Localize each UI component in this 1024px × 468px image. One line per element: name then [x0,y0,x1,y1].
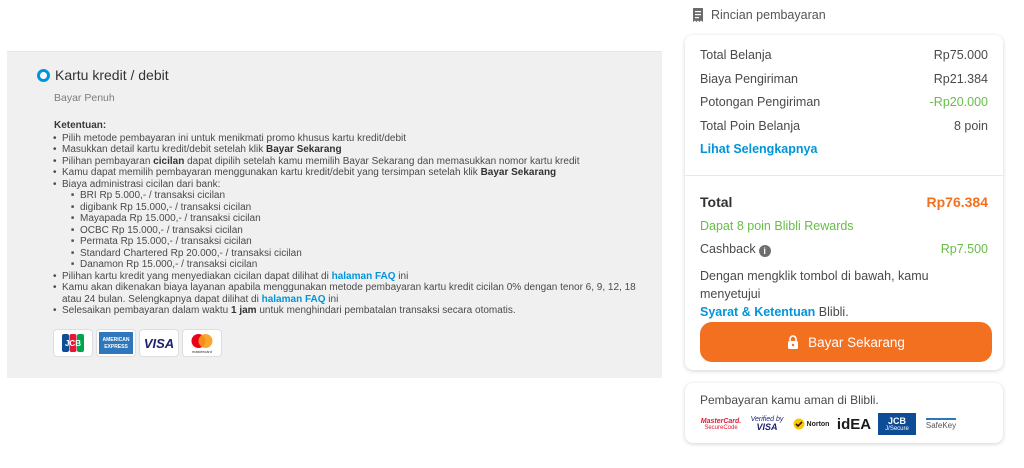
idea-logo: idEA [836,415,872,433]
divider [685,175,1003,176]
mastercard-logo: mastercard [183,330,221,356]
payment-method-subtitle: Bayar Penuh [54,92,115,104]
svg-text:VISA: VISA [144,336,174,351]
cashback-label: Cashback [700,242,756,256]
lock-icon [788,335,799,349]
total-row: Total Rp76.384 [700,194,988,210]
terms-item: Pilih metode pembayaran ini untuk menikm… [53,133,654,145]
summary-row: Total Belanja Rp75.000 [700,48,988,62]
jcb-logo: JCB [54,330,92,356]
payment-summary-card: Total Belanja Rp75.000 Biaya Pengiriman Rp… [685,35,1003,370]
info-icon[interactable]: i [758,245,771,257]
secure-text: Pembayaran kamu aman di Blibli. [700,393,879,407]
amex-logo: AMERICAN EXPRESS [97,330,135,356]
bank-fee-item: digibank Rp 15.000,- / transaksi cicilan [71,202,654,214]
see-more-link[interactable]: Lihat Selengkapnya [700,142,817,156]
rewards-text: Dapat 8 poin Blibli Rewards [700,219,854,233]
see-more-row: Lihat Selengkapnya [700,142,988,158]
safekey-logo: SafeKey [921,413,961,435]
bank-fee-item: Permata Rp 15.000,- / transaksi cicilan [71,236,654,248]
cashback-value: Rp7.500 [940,242,988,256]
svg-text:EXPRESS: EXPRESS [104,344,128,350]
terms-item: Pilihan kartu kredit yang menyediakan ci… [53,271,654,283]
rewards-row: Dapat 8 poin Blibli Rewards [700,219,988,235]
cashback-row: Cashback i Rp7.500 [700,242,988,258]
mastercard-securecode-logo: MasterCard. SecureCode [700,417,742,431]
norton-check-icon [793,418,805,430]
terms-heading: Ketentuan: [54,120,107,131]
jcb-jsecure-logo: JCB J/Secure [878,413,916,435]
svg-text:JCB: JCB [65,339,81,348]
pay-now-button[interactable]: Bayar Sekarang [700,322,992,362]
terms-link[interactable]: Syarat & Ketentuan [700,305,815,319]
summary-header: Rincian pembayaran [692,8,826,22]
summary-title: Rincian pembayaran [711,8,826,22]
terms-item: Selesaikan pembayaran dalam waktu 1 jam … [53,305,654,317]
terms-item: Biaya administrasi cicilan dari bank: BR… [53,179,654,271]
verified-by-visa-logo: Verified by VISA [750,416,784,432]
svg-text:mastercard: mastercard [192,349,212,354]
secure-payment-card: Pembayaran kamu aman di Blibli. MasterCa… [685,383,1003,443]
bank-fee-item: Danamon Rp 15.000,- / transaksi cicilan [71,259,654,271]
summary-row: Biaya Pengiriman Rp21.384 [700,72,988,86]
terms-item: Masukkan detail kartu kredit/debit setel… [53,144,654,156]
terms-item: Kamu akan dikenakan biaya layanan apabil… [53,282,654,305]
summary-row: Total Poin Belanja 8 poin [700,119,988,133]
svg-text:AMERICAN: AMERICAN [103,337,130,343]
faq-link[interactable]: halaman FAQ [262,294,326,305]
payment-method-radio[interactable] [37,69,50,82]
card-logos: JCB AMERICAN EXPRESS VISA mastercard [54,330,221,356]
terms-item: Pilihan pembayaran cicilan dapat dipilih… [53,156,654,168]
total-value: Rp76.384 [926,194,988,210]
summary-row: Potongan Pengiriman -Rp20.000 [700,95,988,109]
terms-item: Kamu dapat memilih pembayaran menggunaka… [53,167,654,179]
norton-logo: Norton [792,413,830,435]
bank-fee-list: BRI Rp 5.000,- / transaksi cicilan digib… [62,190,654,271]
terms-block: Ketentuan: Pilih metode pembayaran ini u… [53,120,654,317]
total-label: Total [700,194,733,210]
security-logos: MasterCard. SecureCode Verified by VISA … [700,413,961,435]
bank-fee-item: BRI Rp 5.000,- / transaksi cicilan [71,190,654,202]
receipt-icon [693,8,703,22]
payment-method-panel: Kartu kredit / debit Bayar Penuh Ketentu… [7,51,662,378]
faq-link[interactable]: halaman FAQ [332,271,396,282]
payment-method-title[interactable]: Kartu kredit / debit [55,67,169,83]
bank-fee-item: OCBC Rp 15.000,- / transaksi cicilan [71,225,654,237]
bank-fee-item: Mayapada Rp 15.000,- / transaksi cicilan [71,213,654,225]
agreement-text: Dengan mengklik tombol di bawah, kamu me… [700,269,929,319]
visa-logo: VISA [140,330,178,356]
bank-fee-item: Standard Chartered Rp 20.000,- / transak… [71,248,654,260]
